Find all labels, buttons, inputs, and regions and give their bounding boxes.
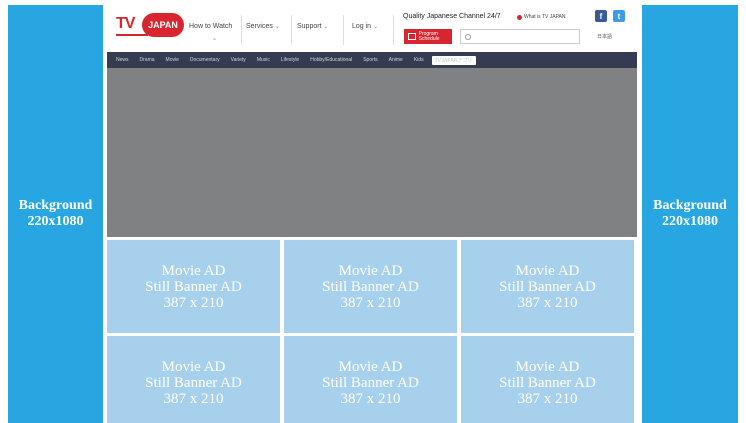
ad-slot[interactable]: Movie AD Still Banner AD 387 x 210 bbox=[461, 240, 634, 333]
what-is-tv-japan-label: What is TV JAPAN bbox=[524, 14, 566, 20]
category-movie[interactable]: Movie bbox=[166, 57, 179, 63]
ad-slot[interactable]: Movie AD Still Banner AD 387 x 210 bbox=[107, 240, 280, 333]
ad-slot[interactable]: Movie AD Still Banner AD 387 x 210 bbox=[107, 336, 280, 423]
logo-underline bbox=[116, 34, 148, 36]
logo-circle: JAPAN bbox=[142, 13, 184, 37]
ad-slot-line1: Movie AD bbox=[161, 262, 226, 279]
nav-divider bbox=[393, 15, 394, 45]
category-lifestyle[interactable]: Lifestyle bbox=[281, 57, 299, 63]
nav-how-to-watch-label: How to Watch bbox=[189, 23, 233, 30]
tv-japan-logo[interactable]: TV JAPAN bbox=[116, 13, 186, 37]
ad-slot-size: 387 x 210 bbox=[517, 390, 578, 407]
nav-divider bbox=[343, 15, 344, 45]
bullet-icon bbox=[517, 14, 522, 20]
ad-slot-line2: Still Banner AD bbox=[145, 374, 242, 391]
chevron-down-icon: ⌄ bbox=[373, 24, 379, 30]
nav-support[interactable]: Support ⌄ bbox=[297, 23, 329, 30]
ad-slot-line2: Still Banner AD bbox=[145, 278, 242, 295]
chevron-down-icon: ⌄ bbox=[274, 24, 280, 30]
category-hobby-educational[interactable]: Hobby/Educational bbox=[310, 57, 352, 63]
background-panel-right: Background 220x1080 bbox=[642, 5, 738, 423]
logo-prefix: TV bbox=[116, 15, 135, 32]
site-mockup: TV JAPAN How to Watch ⌄ Services ⌄ Suppor… bbox=[107, 5, 637, 423]
category-documentary[interactable]: Documentary bbox=[190, 57, 220, 63]
category-anime[interactable]: Anime bbox=[389, 57, 403, 63]
ad-slot-line2: Still Banner AD bbox=[322, 278, 419, 295]
ad-slot-size: 387 x 210 bbox=[163, 294, 224, 311]
nav-log-in-label: Log in bbox=[352, 23, 372, 30]
hero-image-placeholder bbox=[107, 68, 637, 237]
background-panel-left: Background 220x1080 bbox=[8, 5, 103, 423]
category-music[interactable]: Music bbox=[257, 57, 270, 63]
tagline: Quality Japanese Channel 24/7 bbox=[403, 13, 501, 20]
background-panel-right-size: 220x1080 bbox=[662, 214, 718, 229]
ad-slot-line1: Movie AD bbox=[515, 262, 580, 279]
ad-slot-line1: Movie AD bbox=[515, 358, 580, 375]
category-nav: News Drama Movie Documentary Variety Mus… bbox=[107, 52, 637, 68]
ad-slot-line2: Still Banner AD bbox=[499, 374, 596, 391]
category-sports[interactable]: Sports bbox=[363, 57, 377, 63]
nav-divider bbox=[241, 15, 242, 45]
calendar-icon bbox=[408, 33, 416, 40]
nav-services-label: Services bbox=[246, 23, 273, 30]
chevron-down-icon: ⌄ bbox=[212, 36, 218, 42]
program-schedule-button[interactable]: Program Schedule bbox=[404, 29, 452, 44]
site-header: TV JAPAN How to Watch ⌄ Services ⌄ Suppor… bbox=[107, 5, 637, 52]
nav-log-in[interactable]: Log in ⌄ bbox=[352, 23, 378, 30]
facebook-icon[interactable]: f bbox=[595, 10, 607, 22]
ad-slot-size: 387 x 210 bbox=[340, 294, 401, 311]
category-drama[interactable]: Drama bbox=[140, 57, 155, 63]
ad-slot[interactable]: Movie AD Still Banner AD 387 x 210 bbox=[284, 240, 457, 333]
ad-slot-line2: Still Banner AD bbox=[499, 278, 596, 295]
category-news[interactable]: News bbox=[116, 57, 129, 63]
ad-slot-size: 387 x 210 bbox=[517, 294, 578, 311]
search-icon bbox=[465, 33, 471, 40]
category-kids[interactable]: Kids bbox=[414, 57, 424, 63]
ad-slot-size: 387 x 210 bbox=[163, 390, 224, 407]
category-variety[interactable]: Variety bbox=[231, 57, 246, 63]
program-schedule-label: Program Schedule bbox=[418, 30, 440, 42]
ad-slot-line1: Movie AD bbox=[161, 358, 226, 375]
background-panel-left-size: 220x1080 bbox=[27, 214, 84, 229]
language-link[interactable]: 日本語 bbox=[597, 33, 612, 40]
twitter-icon[interactable]: t bbox=[613, 10, 625, 22]
nav-divider bbox=[291, 15, 292, 45]
app-badge[interactable]: TVJAPANアプリ bbox=[431, 55, 476, 65]
chevron-down-icon: ⌄ bbox=[323, 24, 329, 30]
ad-slot-line2: Still Banner AD bbox=[322, 374, 419, 391]
nav-services[interactable]: Services ⌄ bbox=[246, 23, 280, 30]
what-is-tv-japan-link[interactable]: What is TV JAPAN bbox=[517, 14, 566, 20]
ad-slot-line1: Movie AD bbox=[338, 358, 403, 375]
search-input[interactable] bbox=[460, 29, 580, 44]
nav-support-label: Support bbox=[297, 23, 322, 30]
background-panel-right-title: Background bbox=[653, 198, 727, 213]
ad-slot[interactable]: Movie AD Still Banner AD 387 x 210 bbox=[461, 336, 634, 423]
ad-slot-line1: Movie AD bbox=[338, 262, 403, 279]
nav-how-to-watch[interactable]: How to Watch bbox=[189, 23, 232, 30]
ad-slot[interactable]: Movie AD Still Banner AD 387 x 210 bbox=[284, 336, 457, 423]
background-panel-left-title: Background bbox=[18, 198, 93, 213]
ad-slot-size: 387 x 210 bbox=[340, 390, 401, 407]
